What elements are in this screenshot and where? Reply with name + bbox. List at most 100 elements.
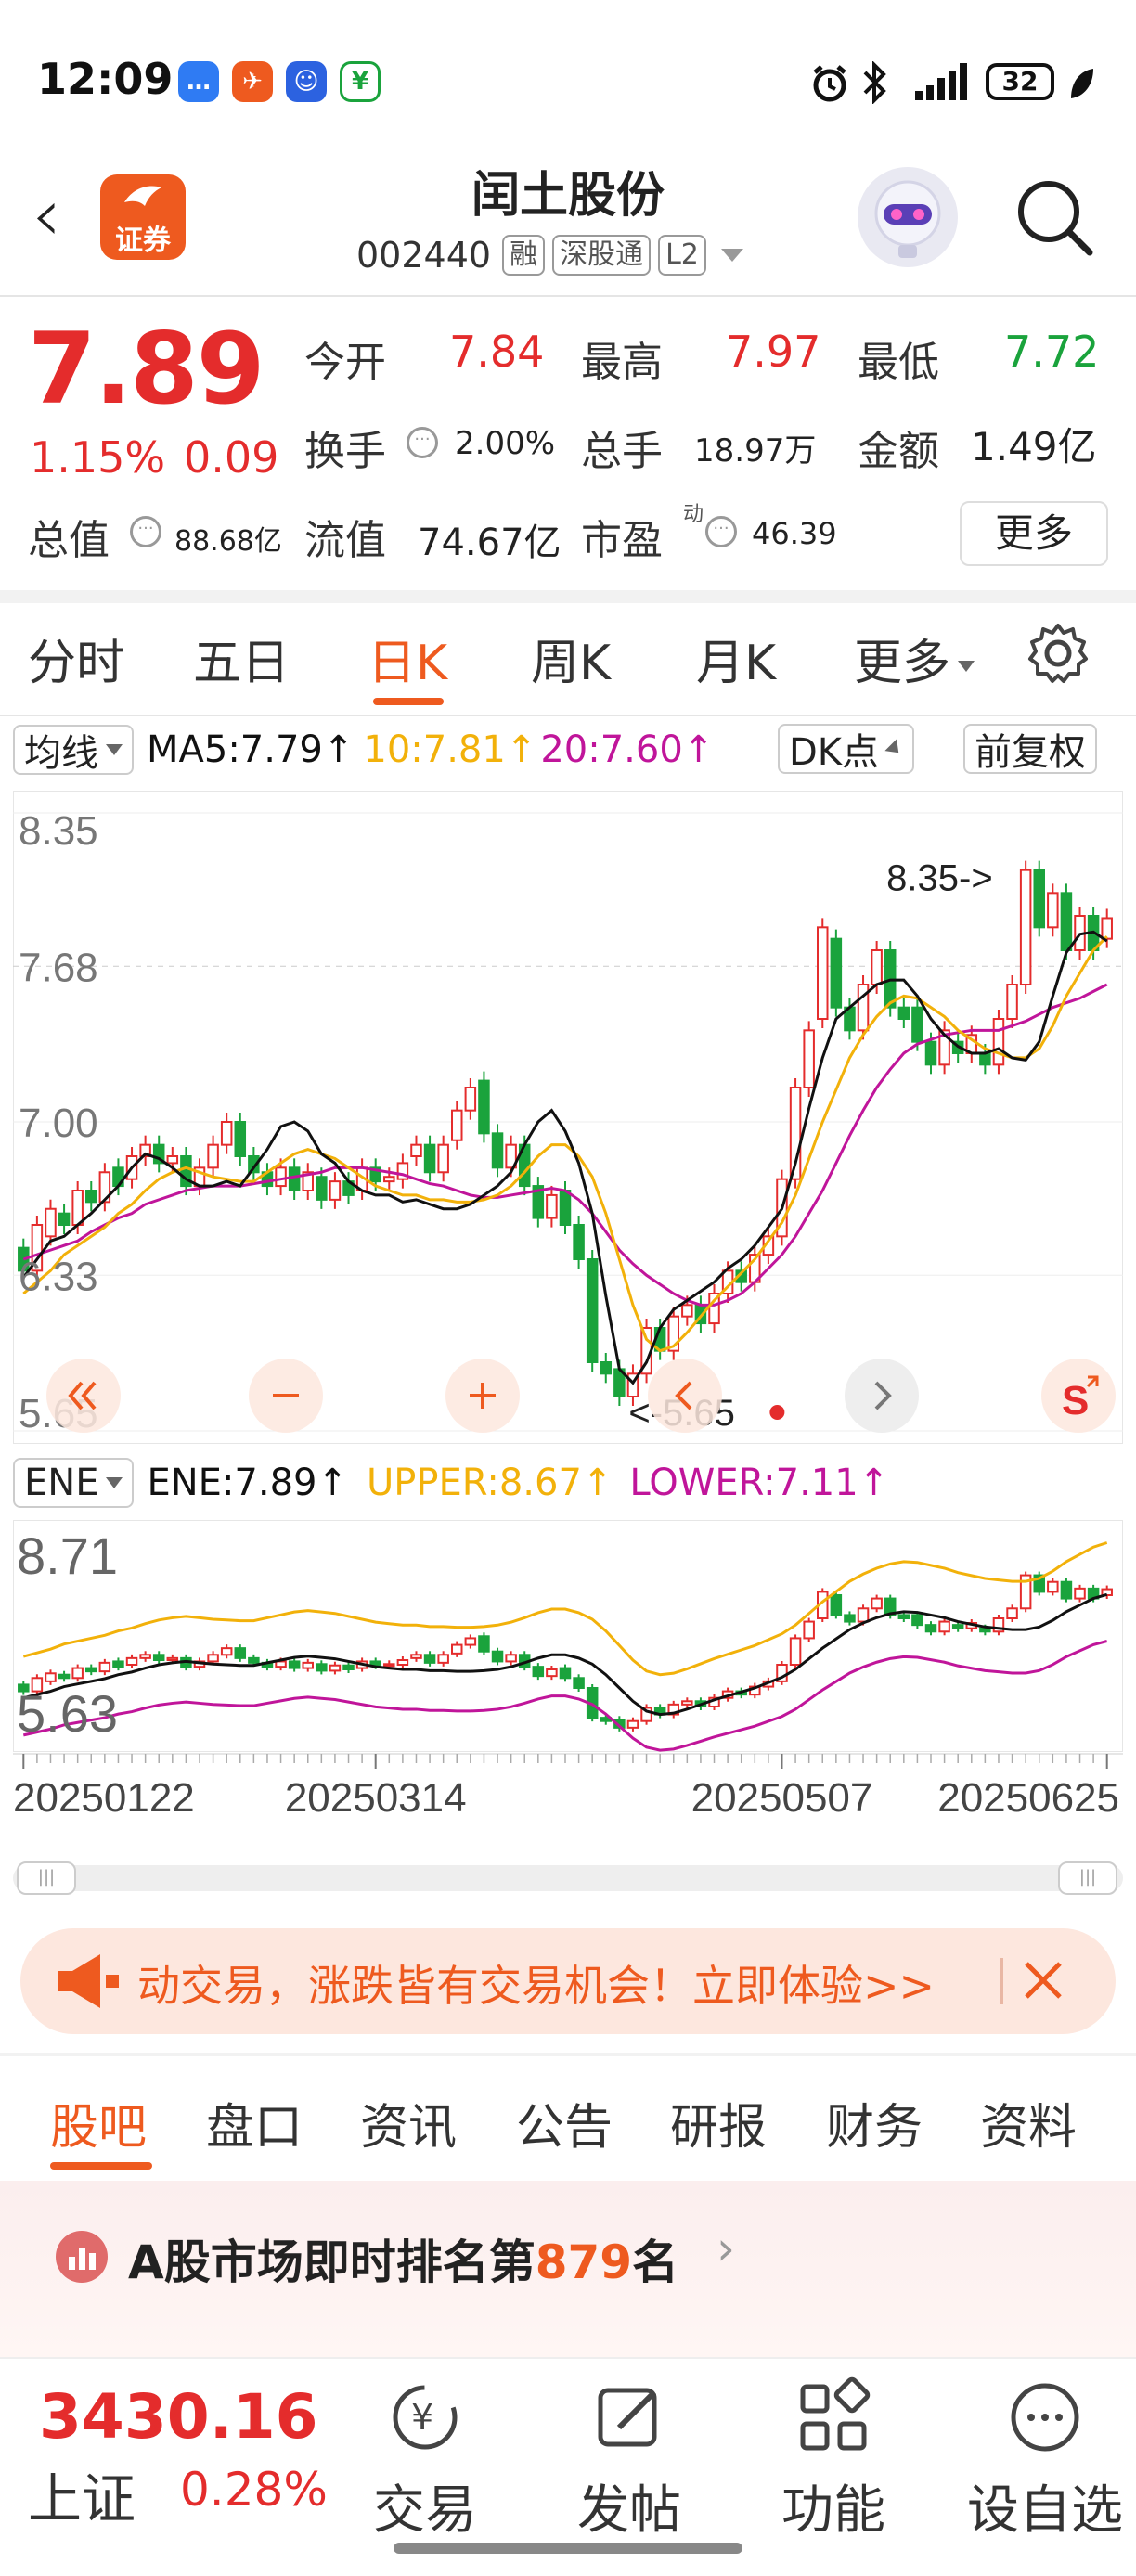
more-dots-icon	[1011, 2383, 1079, 2452]
ene-candle	[559, 1667, 572, 1680]
candle	[423, 1143, 436, 1174]
upper-label: UPPER:8.67↑	[367, 1462, 613, 1504]
nav-trade[interactable]: ¥ 交易	[351, 2376, 499, 2544]
index-value[interactable]: 3430.16	[39, 2381, 318, 2453]
tab-daily-k[interactable]: 日K	[368, 624, 447, 693]
nav-post[interactable]: 发帖	[555, 2376, 704, 2544]
stock-subtitle: 002440 融 深股通 L2	[356, 232, 743, 278]
float-label: 流值	[304, 517, 386, 564]
nav-functions[interactable]: 功能	[759, 2376, 908, 2544]
assistant-avatar[interactable]	[858, 167, 958, 267]
search-icon[interactable]	[1012, 174, 1097, 260]
grid-icon	[800, 2376, 871, 2451]
open-value: 7.84	[449, 327, 545, 377]
tab-announcements[interactable]: 公告	[516, 2088, 613, 2157]
compose-icon	[598, 2388, 657, 2447]
candle	[546, 1193, 558, 1219]
y-tick-label: 6.33	[19, 1254, 98, 1299]
ene-candle	[58, 1673, 71, 1680]
zoom-in-icon[interactable]	[444, 1357, 522, 1435]
promo-text[interactable]: 动交易，涨跌皆有交易机会！立即体验>>	[137, 1952, 935, 2014]
tab-monthly-k[interactable]: 月K	[696, 624, 776, 693]
candle	[478, 1079, 490, 1135]
close-icon[interactable]	[1013, 1951, 1073, 2010]
ene-candle	[437, 1654, 449, 1664]
chart-scroll-handle-left[interactable]: |||	[17, 1861, 76, 1895]
info-dots-icon[interactable]: ···	[130, 516, 161, 547]
chevron-down-icon[interactable]	[720, 249, 743, 262]
signal-icon	[915, 63, 967, 100]
candle	[979, 1052, 991, 1066]
svg-text:¥: ¥	[411, 2397, 433, 2438]
candle	[897, 1006, 910, 1021]
home-indicator[interactable]	[394, 2543, 742, 2554]
tab-five-day[interactable]: 五日	[193, 624, 290, 693]
y-tick-label: 7.00	[19, 1101, 98, 1146]
nav-functions-label: 功能	[781, 2480, 885, 2541]
tab-weekly-k[interactable]: 周K	[531, 624, 611, 693]
nav-watchlist[interactable]: 设自选	[962, 2376, 1129, 2544]
candle	[234, 1121, 247, 1157]
tab-orderbook[interactable]: 盘口	[206, 2088, 303, 2157]
next-icon[interactable]	[843, 1357, 921, 1435]
gear-icon[interactable]	[1025, 620, 1091, 687]
candle	[573, 1224, 585, 1260]
ene-candle	[139, 1654, 151, 1659]
chart-scroll-handle-right[interactable]: |||	[1058, 1861, 1117, 1895]
candle	[1006, 984, 1018, 1020]
ene-selector[interactable]: ENE	[13, 1458, 135, 1508]
min-marker	[769, 1405, 785, 1420]
dk-point-selector[interactable]: DK点	[778, 724, 915, 774]
candle	[383, 1176, 395, 1183]
change-percent: 1.15%	[30, 432, 166, 483]
tab-profile[interactable]: 资料	[980, 2088, 1077, 2157]
ene-candle	[329, 1664, 342, 1672]
more-button[interactable]: 更多	[960, 501, 1108, 566]
turnover-label: 换手	[304, 428, 386, 475]
info-dots-icon[interactable]: ···	[705, 516, 737, 547]
tab-research[interactable]: 研报	[670, 2088, 767, 2157]
svg-text:S: S	[1062, 1378, 1089, 1423]
max-price-label: 8.35->	[886, 858, 993, 899]
tab-more[interactable]: 更多	[854, 624, 975, 693]
ene-candle	[911, 1614, 923, 1627]
ene-candle	[491, 1650, 504, 1663]
ene-candle	[871, 1597, 883, 1610]
app-icon: ✈	[232, 61, 273, 102]
tab-forum[interactable]: 股吧	[50, 2088, 147, 2157]
tab-intraday[interactable]: 分时	[28, 624, 124, 693]
pe-superscript: 动	[683, 503, 704, 526]
info-dots-icon[interactable]: ···	[407, 427, 438, 458]
ene-candle	[951, 1624, 964, 1629]
change-amount: 0.09	[184, 432, 279, 483]
rewind-icon[interactable]	[45, 1357, 123, 1435]
index-percent[interactable]: 0.28%	[180, 2463, 328, 2517]
tag-margin: 融	[502, 235, 546, 276]
chevron-down-icon	[884, 739, 905, 759]
indicator-selector[interactable]: 均线	[13, 725, 134, 775]
candle	[491, 1132, 504, 1169]
candle	[1101, 917, 1113, 940]
candle	[451, 1109, 463, 1141]
open-label: 今开	[304, 339, 386, 386]
chart-scrollbar-track[interactable]	[13, 1865, 1123, 1891]
adjust-selector[interactable]: 前复权	[963, 724, 1097, 774]
ene-candle	[125, 1656, 138, 1667]
tab-news[interactable]: 资讯	[360, 2088, 457, 2157]
prev-icon[interactable]	[646, 1357, 724, 1435]
kline-chart[interactable]: 8.357.687.006.335.658.35-><-5.65	[13, 791, 1123, 1444]
ene-candle	[288, 1660, 301, 1669]
index-name[interactable]: 上证	[28, 2455, 136, 2533]
candle	[992, 1018, 1005, 1066]
y-tick-label: 8.35	[19, 808, 98, 854]
screen-icon[interactable]: S	[1039, 1357, 1117, 1435]
ene-candle	[410, 1654, 422, 1659]
tab-finance[interactable]: 财务	[826, 2088, 923, 2157]
zoom-out-icon[interactable]	[247, 1357, 325, 1435]
ene-candle	[546, 1668, 558, 1678]
high-label: 最高	[581, 339, 663, 386]
chevron-right-icon[interactable]: ›	[716, 2222, 735, 2275]
chevron-down-icon	[958, 661, 975, 672]
ene-candle	[396, 1659, 409, 1666]
ene-chart[interactable]: 8.71 5.63	[13, 1520, 1123, 1752]
